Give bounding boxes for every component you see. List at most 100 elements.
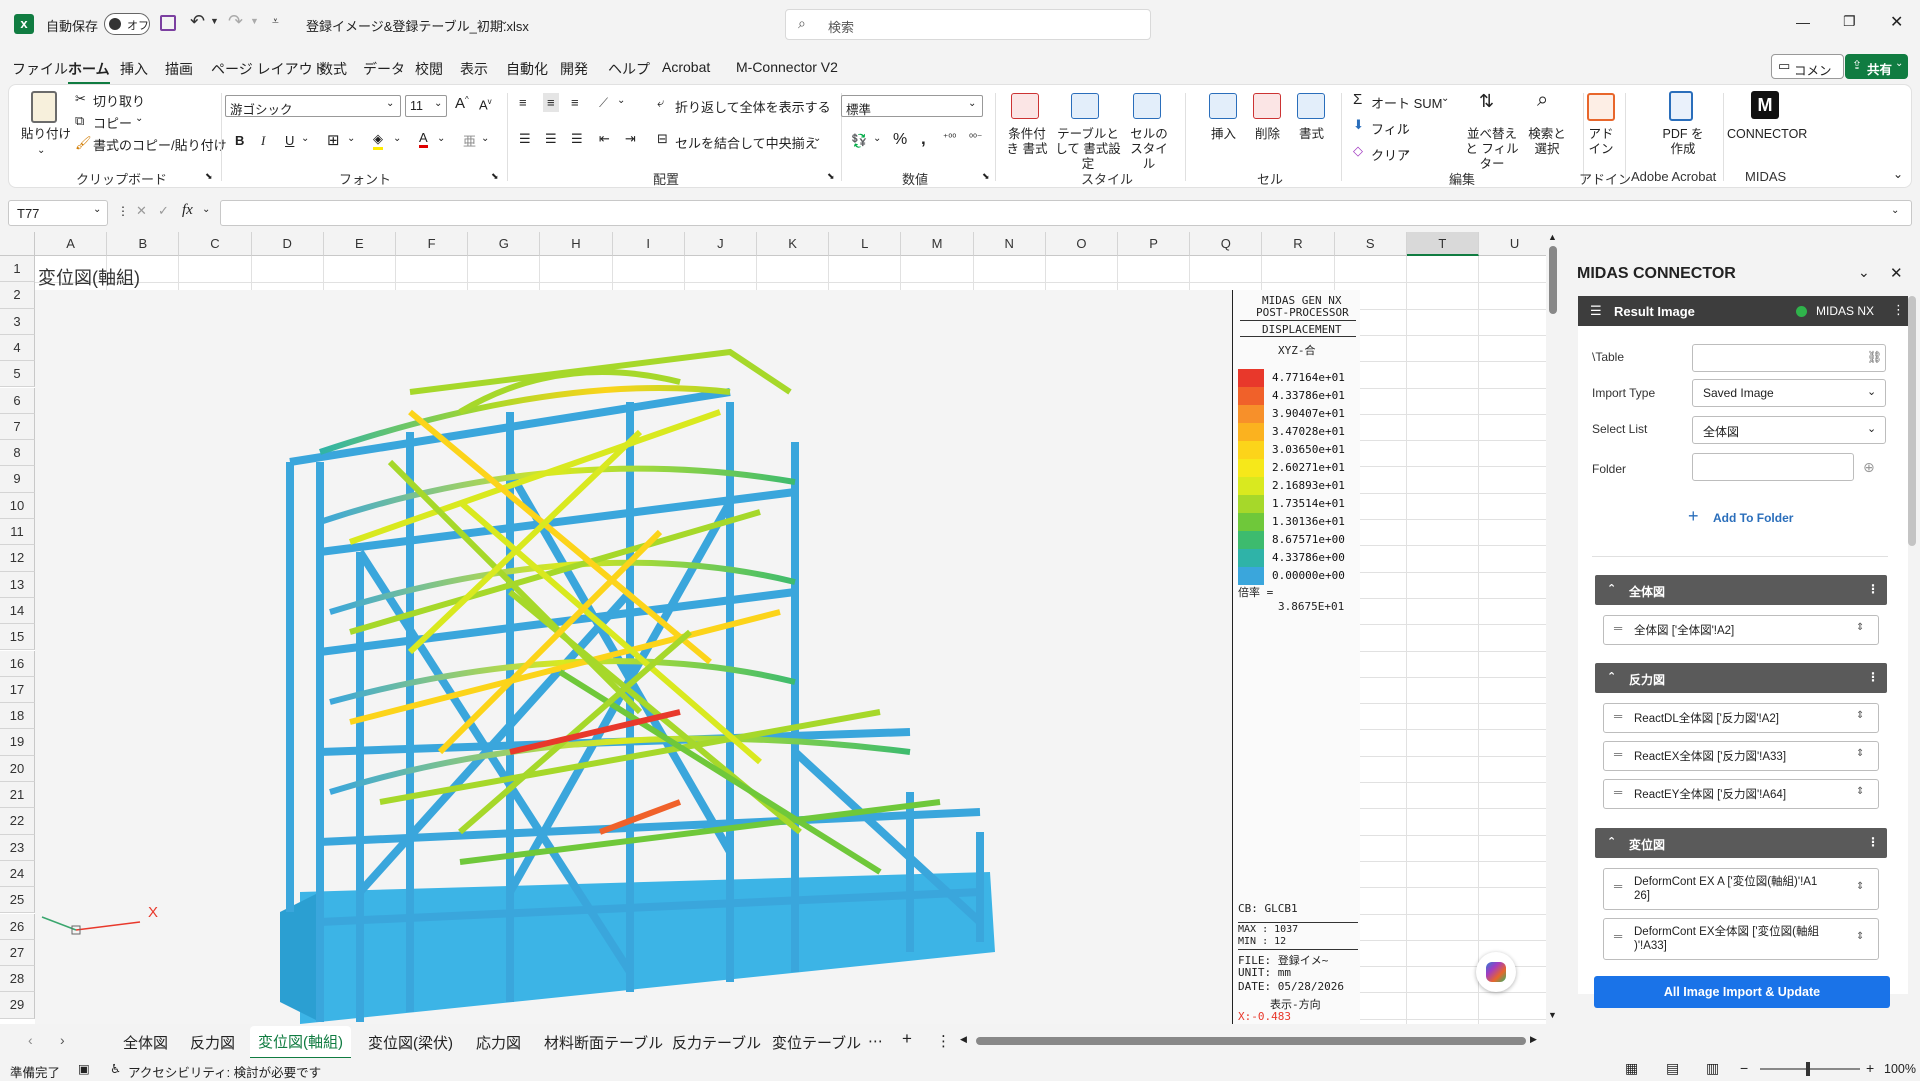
phonetic-chevron-icon[interactable]: ⌄: [481, 133, 489, 144]
menu-home[interactable]: ホーム: [68, 59, 110, 85]
copy-icon[interactable]: ⧉: [75, 113, 84, 129]
midas-connector-icon[interactable]: M: [1751, 91, 1779, 119]
paste-icon[interactable]: [31, 91, 57, 123]
bold-icon[interactable]: B: [235, 133, 244, 148]
formula-input[interactable]: ⌄: [220, 200, 1912, 226]
autosave-toggle[interactable]: オフ: [104, 13, 150, 35]
hscroll-right-icon[interactable]: ▶: [1530, 1034, 1537, 1045]
cell-styles-icon[interactable]: [1133, 93, 1161, 119]
orientation-icon[interactable]: ⟋: [599, 95, 608, 111]
cancel-formula-icon[interactable]: ✕: [136, 203, 147, 219]
find-select-icon[interactable]: ⌕: [1537, 89, 1548, 112]
font-size-select[interactable]: 11 ⌄: [405, 95, 447, 117]
tab-material-table[interactable]: 材料断面テーブル: [544, 1032, 663, 1053]
conditional-format-icon[interactable]: [1011, 93, 1039, 119]
add-to-folder-button[interactable]: Add To Folder: [1713, 511, 1793, 525]
format-as-table-icon[interactable]: [1071, 93, 1099, 119]
save-icon[interactable]: [160, 15, 176, 31]
increase-indent-icon[interactable]: ⇥: [625, 131, 636, 147]
horizontal-scrollbar[interactable]: ◀ ▶: [960, 1034, 1540, 1048]
file-name[interactable]: 登録イメージ&登録テーブル_初期.xlsx: [306, 16, 529, 35]
row-header[interactable]: 16: [0, 650, 35, 677]
merge-chevron-icon[interactable]: ⌄: [813, 133, 821, 144]
decrease-indent-icon[interactable]: ⇤: [599, 131, 610, 147]
redo-dropdown-icon[interactable]: ▼: [250, 16, 259, 26]
drag-handle-icon[interactable]: ═: [1614, 711, 1622, 723]
close-window-icon[interactable]: ✕: [1890, 12, 1903, 32]
align-right-icon[interactable]: ☰: [571, 131, 583, 147]
collapse-ribbon-icon[interactable]: ⌄: [1893, 167, 1903, 181]
drag-handle-icon[interactable]: ═: [1614, 623, 1622, 635]
column-header[interactable]: N: [973, 232, 1046, 256]
insert-cells-button[interactable]: 挿入: [1211, 127, 1236, 142]
section-header[interactable]: ⌃ 変位図 ⋮: [1595, 828, 1887, 858]
delete-cells-button[interactable]: 削除: [1255, 127, 1280, 142]
align-top-icon[interactable]: ≡: [519, 95, 527, 110]
menu-data[interactable]: データ: [363, 59, 405, 79]
row-header[interactable]: 4: [0, 334, 35, 362]
section-collapse-icon[interactable]: ⌃: [1607, 670, 1616, 683]
tab-displacement-beam[interactable]: 変位図(梁伏): [368, 1032, 453, 1053]
more-tabs-icon[interactable]: ⋯: [868, 1032, 883, 1050]
menu-insert[interactable]: 挿入: [120, 59, 148, 79]
tab-reaction[interactable]: 反力図: [190, 1032, 235, 1053]
fill-icon[interactable]: ⬇: [1353, 117, 1364, 133]
clear-icon[interactable]: ◇: [1353, 143, 1363, 159]
restore-icon[interactable]: ❐: [1843, 13, 1856, 30]
create-pdf-button[interactable]: PDF を作成: [1661, 127, 1705, 157]
hamburger-icon[interactable]: ☰: [1590, 303, 1602, 319]
paste-label[interactable]: 貼り付け: [21, 127, 71, 142]
tab-stress[interactable]: 応力図: [476, 1032, 521, 1053]
increase-decimal-icon[interactable]: ⁺⁰⁰: [943, 133, 956, 144]
item-sort-icon[interactable]: ⇕: [1856, 622, 1864, 633]
row-header[interactable]: 21: [0, 782, 35, 809]
font-name-select[interactable]: 游ゴシック ⌄: [225, 95, 401, 117]
clear-chevron-icon[interactable]: ⌄: [1403, 145, 1411, 156]
row-header[interactable]: 25: [0, 887, 35, 914]
insert-cells-icon[interactable]: [1209, 93, 1237, 119]
row-header[interactable]: 5: [0, 361, 35, 388]
wrap-text-button[interactable]: 折り返して全体を表示する: [675, 97, 831, 116]
font-launcher-icon[interactable]: ⬊: [491, 171, 499, 182]
row-header[interactable]: 9: [0, 466, 35, 493]
addins-icon[interactable]: [1587, 93, 1615, 121]
link-icon[interactable]: ⛓: [1867, 350, 1882, 364]
row-header[interactable]: 3: [0, 308, 35, 335]
zoom-out-icon[interactable]: −: [1740, 1060, 1748, 1076]
row-header[interactable]: 22: [0, 808, 35, 835]
tab-reaction-table[interactable]: 反力テーブル: [672, 1032, 761, 1053]
search-box[interactable]: ⌕ 検索: [785, 9, 1151, 40]
name-box[interactable]: T77 ⌄: [8, 200, 108, 226]
section-header[interactable]: ⌃ 全体図 ⋮: [1595, 575, 1887, 605]
wrap-text-icon[interactable]: ⤶: [657, 95, 664, 111]
row-header[interactable]: 20: [0, 755, 35, 782]
folder-add-icon[interactable]: ⊕: [1863, 459, 1875, 476]
select-list-select[interactable]: 全体図 ⌄: [1692, 416, 1886, 444]
tab-displacement-frame[interactable]: 変位図(軸組): [250, 1026, 351, 1060]
add-to-folder-icon[interactable]: +: [1688, 506, 1699, 527]
row-header[interactable]: 8: [0, 440, 35, 467]
copilot-button[interactable]: [1476, 952, 1516, 992]
paste-chevron-icon[interactable]: ⌄: [37, 143, 45, 158]
zoom-level[interactable]: 100%: [1884, 1062, 1916, 1076]
item-sort-icon[interactable]: ⇕: [1856, 748, 1864, 759]
phonetic-icon[interactable]: 亜: [463, 131, 476, 150]
number-launcher-icon[interactable]: ⬊: [982, 171, 990, 182]
menu-review[interactable]: 校閲: [415, 59, 443, 79]
import-update-button[interactable]: All Image Import & Update: [1594, 976, 1890, 1008]
border-chevron-icon[interactable]: ⌄: [347, 133, 355, 144]
header-more-icon[interactable]: ⋮: [1892, 302, 1905, 318]
sort-filter-button[interactable]: 並べ替えと フィルター: [1463, 127, 1521, 172]
midas-connector-button[interactable]: CONNECTOR: [1727, 127, 1807, 142]
menu-file[interactable]: ファイル: [12, 59, 68, 79]
select-all-corner[interactable]: [0, 232, 35, 256]
column-header[interactable]: S: [1334, 232, 1407, 256]
import-type-select[interactable]: Saved Image ⌄: [1692, 379, 1886, 407]
page-layout-view-icon[interactable]: ▤: [1666, 1060, 1679, 1077]
tab-overall[interactable]: 全体図: [123, 1032, 168, 1053]
section-item[interactable]: ═ ReactDL全体図 ['反力図'!A2] ⇕: [1603, 703, 1879, 733]
percent-icon[interactable]: %: [893, 131, 907, 149]
column-header[interactable]: B: [107, 232, 180, 256]
section-item[interactable]: ═ DeformCont EX全体図 ['変位図(軸組 )'!A33] ⇕: [1603, 918, 1879, 960]
enter-formula-icon[interactable]: ✓: [158, 203, 169, 219]
